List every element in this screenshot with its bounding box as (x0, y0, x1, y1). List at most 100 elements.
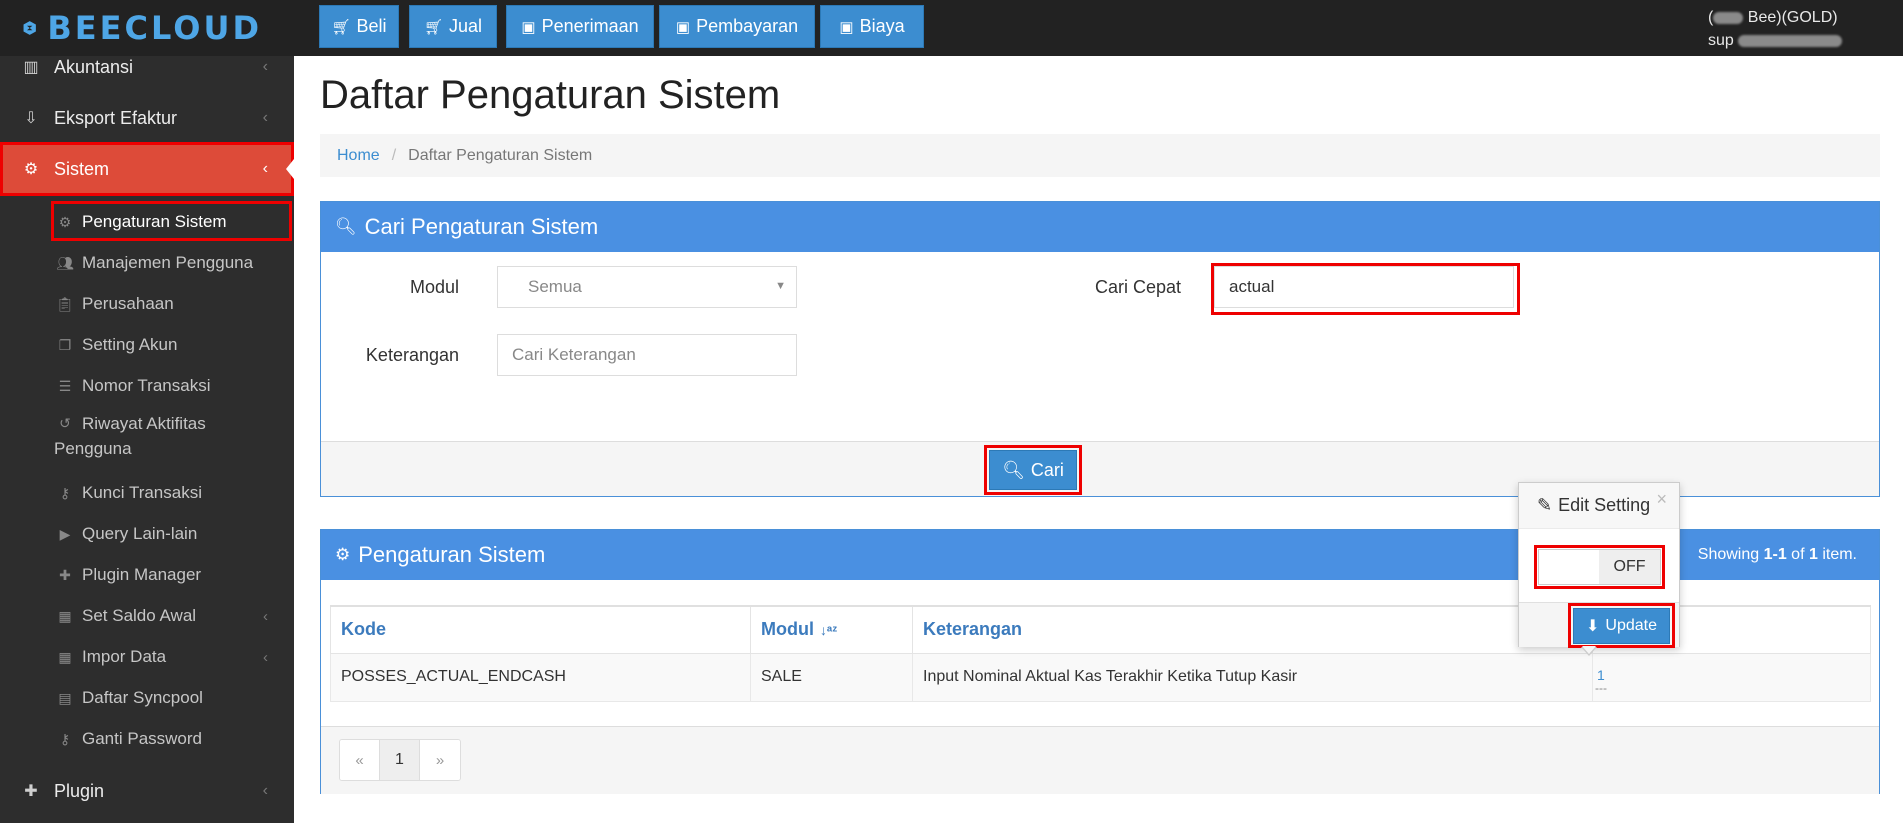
sidebar-subitem-label: Perusahaan (82, 294, 174, 313)
user-email: sup (1708, 29, 1843, 52)
beli-button[interactable]: 🛒︎ Beli (319, 5, 399, 48)
search-panel-header: 🔍︎ Cari Pengaturan Sistem (321, 202, 1879, 252)
sidebar-subitem-pengaturan-sistem[interactable]: ⚙ Pengaturan Sistem (0, 202, 294, 242)
toggle-handle (1539, 550, 1599, 584)
cari-button[interactable]: 🔍︎ Cari (989, 450, 1077, 490)
sidebar-subitem-ganti-password[interactable]: ⚷ Ganti Password (0, 719, 294, 759)
breadcrumb: Home / Daftar Pengaturan Sistem (320, 134, 1880, 177)
list-icon: ☰ (58, 377, 72, 394)
on-off-toggle[interactable]: OFF (1538, 549, 1661, 585)
breadcrumb-current: Daftar Pengaturan Sistem (408, 146, 593, 164)
chevron-left-icon: ‹ (263, 648, 268, 666)
close-icon[interactable]: × (1656, 489, 1667, 510)
result-panel-title: Pengaturan Sistem (358, 542, 546, 567)
sidebar-subitem-label: Plugin Manager (82, 565, 202, 584)
pagination-next[interactable]: » (420, 740, 460, 780)
beli-label: Beli (356, 16, 387, 36)
active-indicator (286, 159, 294, 179)
sidebar-subitem-label: Pengaturan Sistem (82, 212, 227, 231)
sidebar-item-sistem[interactable]: ⚙ Sistem ‹ (0, 142, 294, 196)
chevron-left-icon: ‹ (262, 58, 268, 75)
sidebar-subitem-set-saldo-awal[interactable]: ▦ Set Saldo Awal ‹ (0, 596, 294, 636)
cell-value[interactable] (1592, 652, 1871, 702)
sidebar-subitem-label-line2: Pengguna (54, 439, 132, 458)
user-menu[interactable]: ( Bee)(GOLD) sup (1708, 6, 1843, 52)
cell-modul: SALE (750, 652, 913, 702)
column-keterangan-label: Keterangan (923, 619, 1023, 640)
sidebar-item-akuntansi[interactable]: ▥ Akuntansi ‹ (0, 56, 294, 88)
chevron-left-icon: ‹ (262, 782, 268, 799)
puzzle-icon: ✚ (59, 566, 71, 583)
popover-header: ✎ Edit Setting (1519, 483, 1679, 529)
pembayaran-label: Pembayaran (696, 16, 799, 36)
clipboard-icon: 📋︎ (56, 295, 74, 312)
chevron-down-icon: ▼ (775, 280, 786, 292)
showing-prefix: Showing (1697, 546, 1764, 563)
sort-icon: ↓ᵃᶻ (819, 622, 838, 639)
sidebar-item-label: Sistem (54, 158, 110, 179)
redacted-text (1738, 34, 1843, 47)
sidebar-subitem-perusahaan[interactable]: 📋︎ Perusahaan (0, 284, 294, 324)
sidebar-subitem-label: Manajemen Pengguna (82, 253, 254, 272)
pagination-prev[interactable]: « (340, 740, 380, 780)
search-panel: 🔍︎ Cari Pengaturan Sistem Modul Semua ▼ … (320, 201, 1880, 497)
search-panel-title: Cari Pengaturan Sistem (364, 214, 599, 239)
penerimaan-button[interactable]: ▣ Penerimaan (506, 5, 654, 48)
user-company: ( Bee)(GOLD) (1708, 6, 1842, 29)
breadcrumb-home[interactable]: Home (337, 147, 380, 165)
beecloud-logo-icon (23, 21, 36, 35)
sidebar-item-plugin[interactable]: ✚ Plugin ‹ (0, 768, 294, 814)
list-alt-icon: ▤ (58, 689, 72, 706)
biaya-button[interactable]: ▣ Biaya (820, 5, 924, 48)
user-email-prefix: sup (1708, 32, 1734, 49)
calculator-icon: ▦ (58, 607, 72, 624)
cogs-icon: ⚙ (23, 161, 39, 178)
penerimaan-label: Penerimaan (541, 16, 639, 36)
update-button[interactable]: ⬇ Update (1573, 608, 1670, 644)
sidebar-subitem-setting-akun[interactable]: ❐ Setting Akun (0, 325, 294, 365)
jual-button[interactable]: 🛒︎ Jual (409, 5, 497, 48)
sidebar-item-label: Eksport Efaktur (54, 107, 178, 128)
showing-total: 1 (1808, 546, 1818, 563)
keterangan-label: Keterangan (365, 345, 459, 365)
modul-select[interactable]: Semua ▼ (497, 266, 797, 308)
sidebar-subitem-label: Kunci Transaksi (82, 483, 202, 502)
pembayaran-button[interactable]: ▣ Pembayaran (659, 5, 815, 48)
sidebar-subitem-plugin-manager[interactable]: ✚ Plugin Manager (0, 555, 294, 595)
pagination-page[interactable]: 1 (380, 740, 420, 780)
edit-setting-popover: ✎ Edit Setting × OFF ⬇ Update (1518, 482, 1680, 656)
sidebar-subitem-label: Nomor Transaksi (82, 376, 211, 395)
popover-arrow-inner (1582, 646, 1596, 654)
cogs-icon: ⚙ (335, 545, 351, 564)
cari-cepat-input[interactable]: actual (1214, 266, 1514, 308)
app-logo[interactable]: BEECLOUD (22, 6, 262, 50)
column-kode[interactable]: Kode (330, 605, 751, 654)
chart-icon: ▥ (23, 59, 39, 76)
cell-kode: POSSES_ACTUAL_ENDCASH (330, 652, 751, 702)
sidebar-item-eksport-efaktur[interactable]: ⇩ Eksport Efaktur ‹ (0, 97, 294, 139)
keterangan-input[interactable]: Cari Keterangan (497, 334, 797, 376)
table-row: POSSES_ACTUAL_ENDCASH SALE Input Nominal… (330, 652, 1871, 702)
play-icon: ▶ (59, 525, 71, 542)
app-name: BEECLOUD (47, 9, 262, 47)
sidebar-subitem-query-lain-lain[interactable]: ▶ Query Lain-lain (0, 514, 294, 554)
sidebar-subitem-label-wrap: ↺ Riwayat Aktifitas Pengguna (0, 411, 206, 461)
sidebar-subitem-daftar-syncpool[interactable]: ▤ Daftar Syncpool (0, 678, 294, 718)
column-keterangan[interactable]: Keterangan (912, 605, 1593, 654)
redacted-text (1713, 11, 1744, 24)
sidebar-subitem-manajemen-pengguna[interactable]: 👥︎ Manajemen Pengguna (0, 243, 294, 283)
sidebar-subitem-nomor-transaksi[interactable]: ☰ Nomor Transaksi (0, 366, 294, 406)
cart-icon: 🛒︎ (423, 18, 443, 36)
sidebar-subitem-label: Set Saldo Awal (82, 606, 197, 625)
breadcrumb-separator: / (391, 146, 397, 164)
sidebar-subitem-kunci-transaksi[interactable]: ⚷ Kunci Transaksi (0, 473, 294, 513)
copy-icon: ❐ (58, 336, 72, 353)
showing-range: 1-1 (1763, 546, 1787, 563)
cari-cepat-label: Cari Cepat (1094, 277, 1181, 297)
chevron-left-icon: ‹ (263, 607, 268, 625)
sidebar-subitem-impor-data[interactable]: ▦ Impor Data ‹ (0, 637, 294, 677)
column-modul[interactable]: Modul ↓ᵃᶻ (750, 605, 913, 654)
money-icon: ▣ (521, 18, 536, 36)
pagination: « 1 » (339, 739, 461, 781)
sidebar-subitem-riwayat-aktifitas[interactable]: ↺ Riwayat Aktifitas Pengguna (0, 411, 294, 467)
